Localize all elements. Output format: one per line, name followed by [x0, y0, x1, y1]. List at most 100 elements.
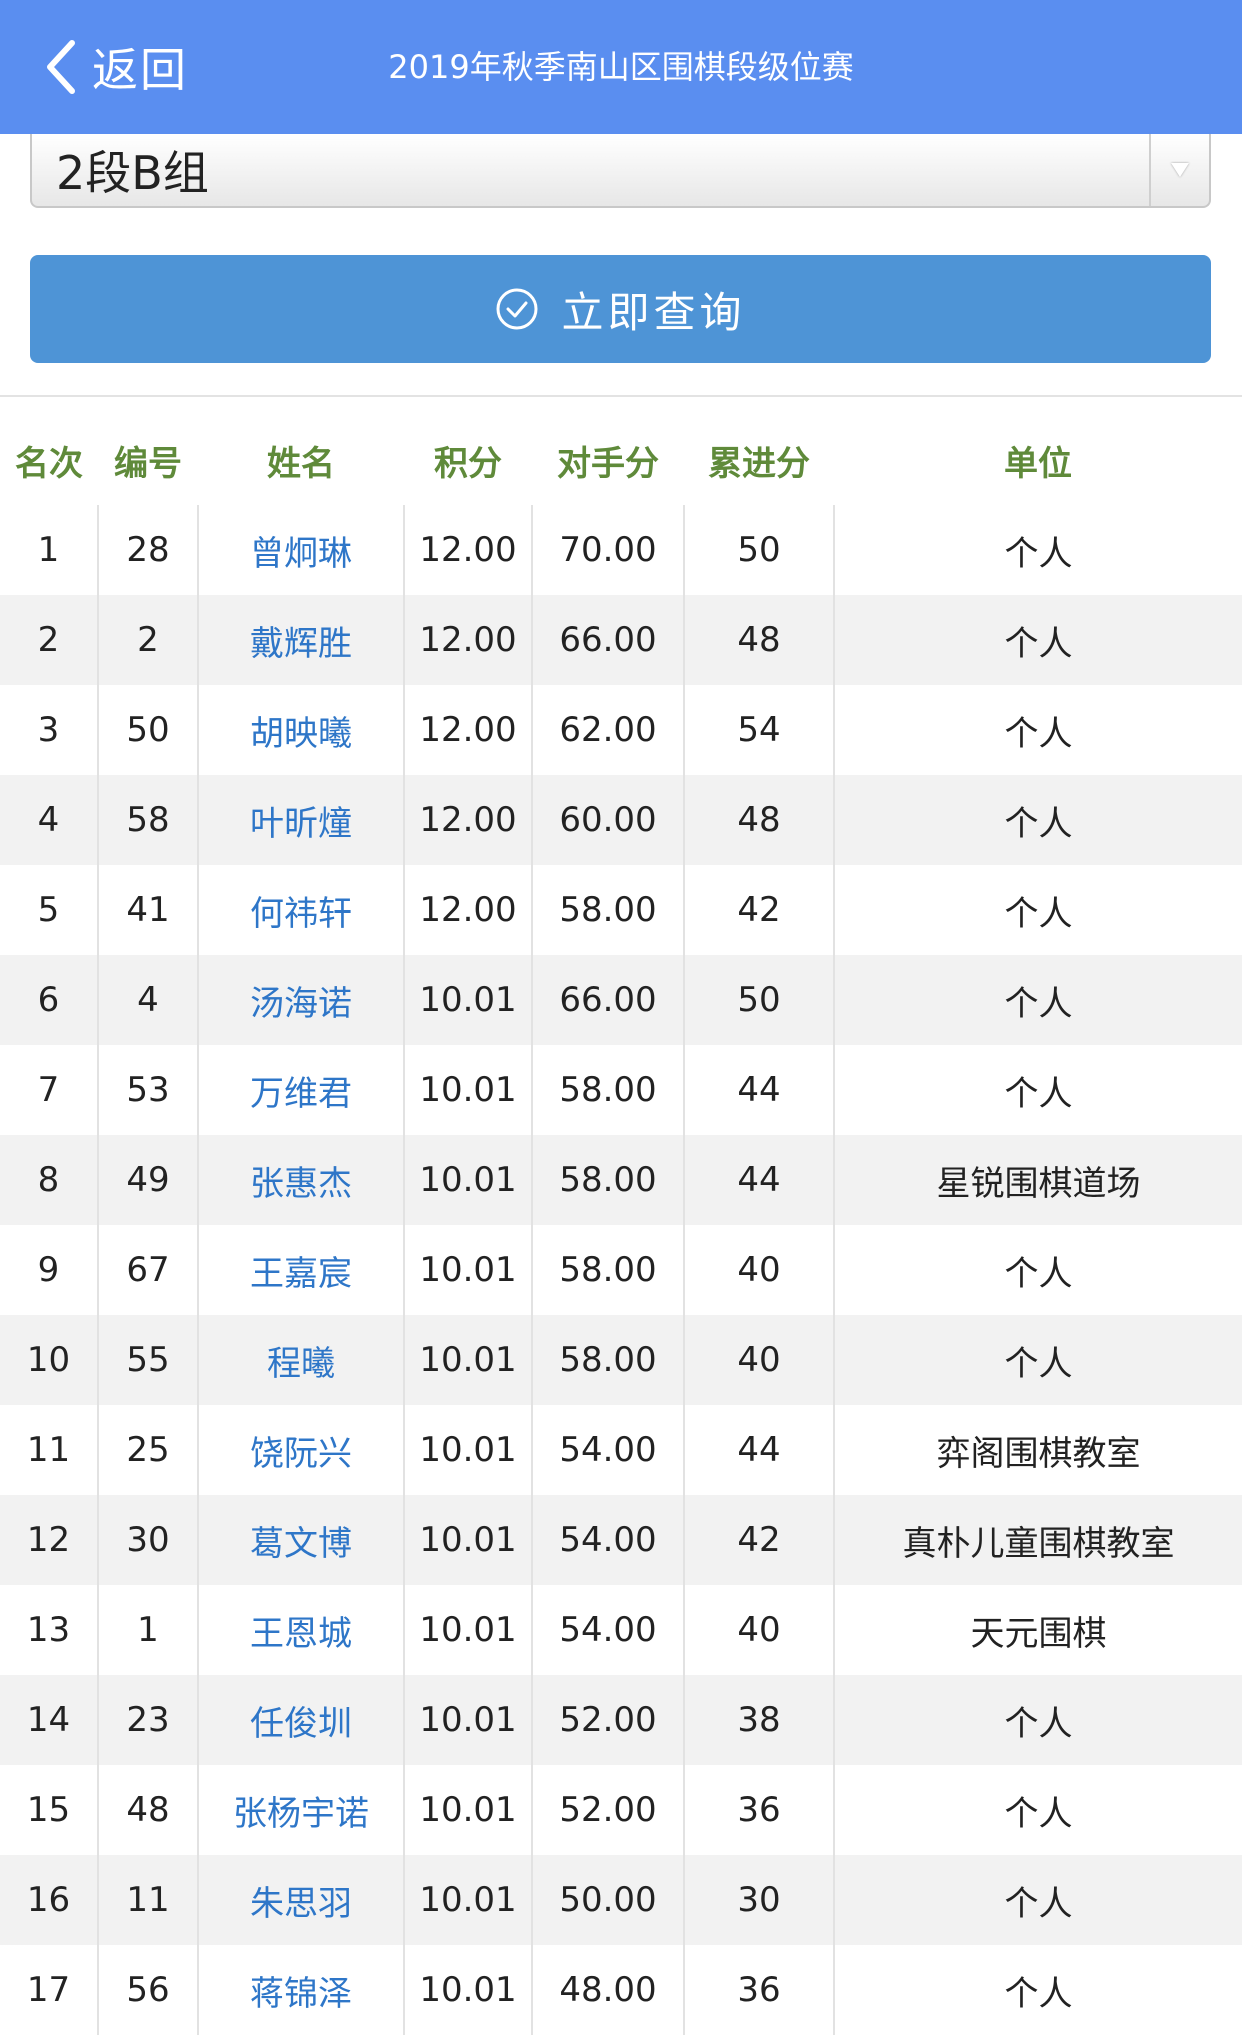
cell-opponent-score: 58.00 [532, 1315, 685, 1405]
player-name-link[interactable]: 饶阮兴 [198, 1405, 405, 1495]
table-row: 8 49 张惠杰 10.01 58.00 44 星锐围棋道场 [0, 1135, 1242, 1225]
cell-opponent-score: 62.00 [532, 685, 685, 775]
triangle-down-icon [1171, 163, 1189, 177]
cell-unit: 个人 [834, 1315, 1242, 1405]
player-name-link[interactable]: 张惠杰 [198, 1135, 405, 1225]
player-name-link[interactable]: 叶昕燑 [198, 775, 405, 865]
cell-unit: 真朴儿童围棋教室 [834, 1495, 1242, 1585]
cell-unit: 弈阁围棋教室 [936, 1433, 1141, 1474]
table-row: 12 30 葛文博 10.01 54.00 42 真朴儿童围棋教室 [0, 1495, 1242, 1585]
player-name-link[interactable]: 戴辉胜 [198, 595, 405, 685]
player-name-link[interactable]: 朱思羽 [198, 1855, 405, 1945]
group-select[interactable]: 2段B组 [30, 134, 1211, 208]
cell-id: 25 [98, 1405, 199, 1495]
player-name-link[interactable]: 王恩城 [198, 1585, 405, 1675]
cell-rank: 16 [0, 1855, 99, 1945]
player-name-link[interactable]: 曾炯琳 [198, 505, 405, 595]
cell-score: 10.01 [404, 1765, 533, 1855]
cell-unit: 个人 [834, 775, 1242, 865]
cell-unit: 个人 [1004, 893, 1073, 934]
cell-score: 12.00 [404, 505, 533, 595]
cell-cumulative-score: 50 [684, 505, 835, 595]
page-title: 2019年秋季南山区围棋段级位赛 [388, 48, 854, 86]
player-name-link[interactable]: 王嘉宸 [198, 1225, 405, 1315]
cell-cumulative-score: 40 [684, 1315, 835, 1405]
player-name-link[interactable]: 何祎轩 [198, 865, 405, 955]
cell-score: 10.01 [404, 1495, 533, 1585]
cell-unit: 个人 [1004, 533, 1073, 574]
cell-id: 4 [98, 955, 199, 1045]
cell-rank: 13 [0, 1585, 99, 1675]
player-name-link[interactable]: 万维君 [198, 1045, 405, 1135]
player-name-link[interactable]: 程曦 [198, 1315, 405, 1405]
cell-cumulative-score: 40 [684, 1225, 835, 1315]
back-label: 返回 [92, 43, 188, 97]
player-name-link[interactable]: 张杨宇诺 [198, 1765, 405, 1855]
cell-id: 1 [98, 1585, 199, 1675]
cell-cumulative-score: 42 [684, 865, 835, 955]
cell-rank: 14 [0, 1675, 99, 1765]
cell-id: 55 [98, 1315, 199, 1405]
player-name-link[interactable]: 任俊圳 [198, 1675, 405, 1765]
cell-opponent-score: 50.00 [532, 1855, 685, 1945]
cell-cumulative-score: 50 [684, 955, 835, 1045]
cell-opponent-score: 66.00 [532, 955, 685, 1045]
player-name-link[interactable]: 汤海诺 [198, 955, 405, 1045]
table-row: 13 1 王恩城 10.01 54.00 40 天元围棋 [0, 1585, 1242, 1675]
results-body: 1 28 曾炯琳 12.00 70.00 50 个人 2 2 戴辉胜 12.00 66.00 48 个人 3… [0, 505, 1242, 2035]
cell-unit: 个人 [834, 595, 1242, 685]
cell-score: 10.01 [404, 1405, 533, 1495]
player-name-link[interactable]: 葛文博 [198, 1495, 405, 1585]
dropdown-arrow[interactable] [1149, 134, 1209, 206]
query-button[interactable]: 立即查询 [30, 255, 1211, 363]
cell-cumulative-score: 48 [684, 595, 835, 685]
cell-opponent-score: 54.00 [532, 1405, 685, 1495]
cell-cumulative-score: 36 [684, 1765, 835, 1855]
cell-id: 28 [98, 505, 199, 595]
cell-unit: 个人 [1004, 1073, 1073, 1114]
cell-cumulative-score: 36 [684, 1945, 835, 2035]
cell-unit: 个人 [1004, 1253, 1073, 1294]
cell-opponent-score: 70.00 [532, 505, 685, 595]
header-opponent-score: 对手分 [532, 415, 684, 505]
header-name: 姓名 [198, 415, 404, 505]
cell-rank: 11 [0, 1405, 99, 1495]
table-header-row: 名次 编号 姓名 积分 对手分 累进分 单位 [0, 415, 1242, 505]
chevron-left-icon [47, 40, 75, 94]
table-row: 9 67 王嘉宸 10.01 58.00 40 个人 [0, 1225, 1242, 1315]
cell-rank: 3 [0, 685, 99, 775]
group-select-value: 2段B组 [56, 146, 209, 200]
back-button[interactable]: 返回 [40, 30, 188, 104]
cell-rank: 7 [0, 1045, 99, 1135]
cell-score: 10.01 [404, 955, 533, 1045]
cell-score: 10.01 [404, 1045, 533, 1135]
cell-score: 12.00 [404, 775, 533, 865]
table-row: 4 58 叶昕燑 12.00 60.00 48 个人 [0, 775, 1242, 865]
cell-cumulative-score: 48 [684, 775, 835, 865]
header-score: 积分 [404, 415, 532, 505]
cell-unit: 个人 [834, 955, 1242, 1045]
cell-id: 30 [98, 1495, 199, 1585]
cell-unit: 天元围棋 [970, 1613, 1107, 1654]
table-row: 17 56 蒋锦泽 10.01 48.00 36 个人 [0, 1945, 1242, 2035]
header-id: 编号 [98, 415, 198, 505]
check-circle-icon [496, 288, 538, 330]
cell-cumulative-score: 54 [684, 685, 835, 775]
player-name-link[interactable]: 胡映曦 [198, 685, 405, 775]
player-name-link[interactable]: 蒋锦泽 [198, 1945, 405, 2035]
cell-score: 10.01 [404, 1315, 533, 1405]
cell-opponent-score: 48.00 [532, 1945, 685, 2035]
cell-score: 12.00 [404, 865, 533, 955]
results-table: 名次 编号 姓名 积分 对手分 累进分 单位 1 28 曾炯琳 12.00 70.00 5… [0, 415, 1242, 2035]
cell-opponent-score: 52.00 [532, 1765, 685, 1855]
cell-opponent-score: 58.00 [532, 1045, 685, 1135]
cell-opponent-score: 52.00 [532, 1675, 685, 1765]
cell-rank: 2 [0, 595, 99, 685]
cell-id: 11 [98, 1855, 199, 1945]
header-rank: 名次 [0, 415, 98, 505]
cell-opponent-score: 58.00 [532, 1135, 685, 1225]
cell-unit: 个人 [1004, 713, 1073, 754]
cell-unit: 个人 [834, 1855, 1242, 1945]
cell-opponent-score: 60.00 [532, 775, 685, 865]
cell-score: 12.00 [404, 685, 533, 775]
